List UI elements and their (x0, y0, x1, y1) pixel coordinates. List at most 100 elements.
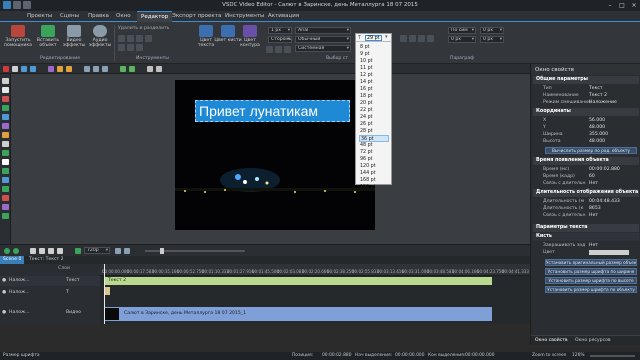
volume-handle[interactable] (160, 248, 164, 254)
align-center-icon[interactable] (409, 35, 416, 42)
line-tool-icon[interactable] (2, 177, 9, 183)
delete-icon[interactable] (145, 35, 152, 42)
video-tool-icon[interactable] (2, 105, 9, 111)
eye-icon[interactable]: ● (2, 276, 6, 286)
font-size-option[interactable]: 48 pt (359, 142, 389, 149)
playhead[interactable] (104, 264, 105, 324)
font-size-option[interactable]: 11 pt (359, 65, 389, 72)
zoom-label[interactable]: Zoom to screen (532, 352, 566, 360)
audio-tool-icon[interactable] (2, 114, 9, 120)
prop-blend[interactable]: Режим смешивания Наложение (533, 99, 639, 106)
video-effects-button[interactable]: Видео эффекты (60, 25, 88, 55)
chart-tool-icon[interactable] (2, 186, 9, 192)
font-size-option[interactable]: 120 pt (359, 163, 389, 170)
layer-icon[interactable] (48, 66, 54, 72)
cut-icon[interactable] (118, 35, 125, 42)
tab-scene-0[interactable]: Scene 0 (0, 256, 25, 264)
grid-icon[interactable] (147, 66, 153, 72)
close-doc-icon[interactable] (3, 66, 9, 72)
font-size-input[interactable]: 29 pt (365, 35, 382, 41)
prop-duration-link[interactable]: Связь с длительн Нет (533, 212, 639, 219)
arrange-icon[interactable] (120, 66, 126, 72)
font-size-option[interactable]: 144 pt (359, 170, 389, 177)
shadow-select[interactable]: По сим (448, 27, 476, 34)
section-time[interactable]: Время появления объекта (533, 157, 639, 165)
calc-size-button[interactable]: Вычислить размер по род. объекту (545, 147, 637, 154)
group-icon[interactable] (57, 66, 63, 72)
prop-time-link[interactable]: Связь с длительн Нет (533, 180, 639, 187)
bold-icon[interactable] (266, 46, 273, 53)
chevron-down-icon[interactable]: ▾ (385, 34, 388, 40)
hand-tool-icon[interactable] (2, 87, 9, 93)
snap-icon[interactable] (156, 66, 162, 72)
font-size-option[interactable]: 9 pt (359, 51, 389, 58)
minimize-icon[interactable]: – (604, 1, 616, 10)
font-style-select[interactable]: Обычный (295, 36, 351, 43)
timeline-ruler[interactable]: 00:00:00.000 00:00:17.583 00:00:35.166 00:0… (100, 264, 530, 276)
prop-duration-frames[interactable]: Длительность (к 8653 (533, 205, 639, 212)
shape-tool-icon[interactable] (2, 141, 9, 147)
maximize-icon[interactable]: □ (616, 1, 628, 10)
color-swatch[interactable] (589, 250, 629, 255)
font-size-option[interactable]: 14 pt (359, 79, 389, 86)
offset-x-input[interactable]: 0 px (480, 27, 504, 34)
zoom-value[interactable]: 126% (572, 352, 585, 360)
tab-editor[interactable]: Редактор (137, 11, 173, 22)
preview-icon[interactable] (75, 248, 81, 254)
prop-color[interactable]: Цвет (533, 249, 639, 256)
subtitle-tool-icon[interactable] (2, 132, 9, 138)
select-tool-icon[interactable] (2, 78, 9, 84)
font-size-option[interactable]: 192 pt (359, 184, 389, 191)
zoom-in-timeline-icon[interactable] (4, 248, 10, 254)
tab-export[interactable]: Экспорт проекта (172, 13, 221, 19)
stop-icon[interactable] (48, 248, 54, 254)
align-bottom-icon[interactable] (102, 66, 108, 72)
section-text-params[interactable]: Параметры текста (533, 224, 639, 232)
font-size-option[interactable]: 12 pt (359, 72, 389, 79)
font-name-select[interactable]: Arial (295, 27, 351, 34)
text-tool-icon[interactable] (2, 159, 9, 165)
font-size-option[interactable]: 168 pt (359, 177, 389, 184)
prop-name[interactable]: Наименование Текст 2 (533, 92, 639, 99)
prop-height[interactable]: Высота 48.000 (533, 138, 639, 145)
crop-icon[interactable] (118, 44, 125, 51)
video-clip[interactable]: Салют в Заринске, день Металлурга 18 07 … (104, 307, 492, 321)
tab-scenes[interactable]: Сцены (60, 13, 79, 19)
font-size-option[interactable]: 16 pt (359, 86, 389, 93)
section-coords[interactable]: Координаты (533, 108, 639, 116)
underline-icon[interactable] (284, 46, 291, 53)
font-size-option[interactable]: 8 pt (359, 44, 389, 51)
font-size-option[interactable]: 72 pt (359, 149, 389, 156)
tab-window[interactable]: Окно (116, 13, 131, 19)
spacing-select[interactable]: 0 px (448, 36, 476, 43)
text-outline-button[interactable]: Цвет контура (236, 25, 264, 55)
track-video[interactable]: ● Налож... Видео (0, 308, 100, 318)
prop-time-ms[interactable]: Время (мс) 00:00:02.880 (533, 166, 639, 173)
text-object-content[interactable]: Привет лунатикам (199, 103, 318, 119)
prop-fill-bg[interactable]: Закрашивать зад Нет (533, 242, 639, 249)
tab-properties[interactable]: Окно свойств (535, 338, 568, 343)
zoom-out-timeline-icon[interactable] (13, 248, 19, 254)
font-size-option[interactable]: 22 pt (359, 107, 389, 114)
mask-tool-icon[interactable] (2, 213, 9, 219)
ellipse-tool-icon[interactable] (2, 168, 9, 174)
text-object[interactable]: Привет лунатикам (195, 100, 350, 122)
preview-resolution-select[interactable]: 720p (84, 247, 110, 254)
tab-projects[interactable]: Проекты (27, 13, 52, 19)
tab-edit[interactable]: Правка (88, 13, 109, 19)
cut-label[interactable]: Удалить и разделить (118, 26, 169, 31)
font-size-option[interactable]: 28 pt (359, 128, 389, 135)
font-height-button[interactable]: Установить размер шрифта по высоте (545, 277, 637, 284)
tab-activation[interactable]: Активация (268, 13, 299, 19)
forward-icon[interactable] (57, 248, 63, 254)
animation-tool-icon[interactable] (2, 204, 9, 210)
image-tool-icon[interactable] (2, 123, 9, 129)
offset-y-input[interactable]: 0 px (480, 36, 504, 43)
audio-effects-button[interactable]: Аудио эффекты (86, 25, 114, 55)
font-object-button[interactable]: Установить размер шрифта по объекту (545, 286, 637, 293)
zoom-slider[interactable] (590, 355, 635, 357)
encoding-select[interactable]: Системная кодировка (295, 45, 351, 52)
original-size-button[interactable]: Установить оригинальный размер объекта (545, 259, 637, 266)
ungroup-icon[interactable] (66, 66, 72, 72)
prop-time-frame[interactable]: Время (кадр) 60 (533, 173, 639, 180)
